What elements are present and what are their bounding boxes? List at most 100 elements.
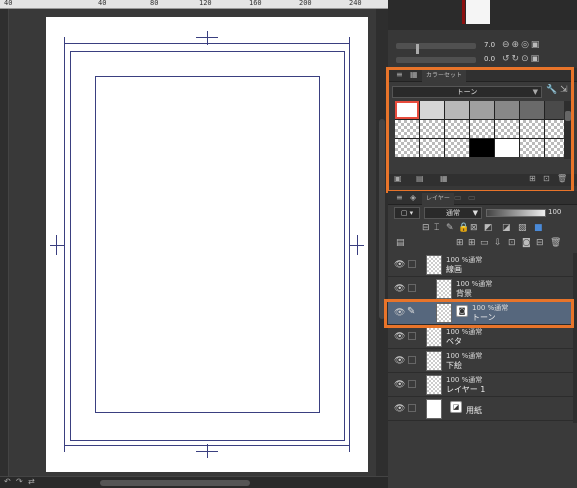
eye-icon[interactable]: 👁	[394, 284, 405, 294]
mask-add-icon[interactable]: ◙	[522, 238, 531, 248]
eye-icon[interactable]: 👁	[394, 308, 405, 318]
vertical-scrollbar[interactable]	[376, 9, 388, 476]
layer-check[interactable]	[408, 356, 416, 364]
brush-opacity-slider[interactable]	[396, 57, 476, 63]
color-swatch[interactable]	[445, 139, 469, 157]
menu-icon[interactable]: ≡	[396, 70, 403, 79]
layer-property-icon[interactable]: ▭	[454, 193, 462, 202]
swatch-scrollbar[interactable]	[564, 101, 572, 159]
color-swatch[interactable]	[420, 120, 444, 138]
layer-row[interactable]: 👁 100 %通常 レイヤー 1	[388, 373, 573, 397]
list-icon[interactable]: ▤	[416, 174, 424, 183]
color-icon[interactable]: ▧	[518, 223, 527, 233]
brush-size-row: 7.0 ⊖⊕◎▣	[392, 40, 573, 54]
layer-row[interactable]: 👁 100 %通常 ベタ	[388, 325, 573, 349]
export-icon[interactable]: ⇲	[560, 85, 568, 95]
color-swatch[interactable]	[395, 120, 419, 138]
color-swatch[interactable]	[495, 120, 519, 138]
eye-icon[interactable]: 👁	[394, 356, 405, 366]
add-color-icon[interactable]: ⊞	[529, 174, 536, 183]
eye-icon[interactable]: 👁	[394, 380, 405, 390]
horizontal-scrollbar[interactable]: ↶ ↷ ⇄	[0, 476, 388, 488]
new-raster-icon[interactable]: ⊞	[456, 238, 464, 248]
grid-icon[interactable]: ▣	[394, 174, 402, 183]
color-set-name: トーン	[456, 88, 478, 96]
layer-check[interactable]	[408, 404, 416, 412]
menu-icon[interactable]: ≡	[396, 193, 403, 202]
scroll-thumb[interactable]	[100, 480, 250, 486]
rotate-right-icon[interactable]: ↷	[16, 478, 24, 486]
layer-row[interactable]: 👁 100 %通常 下絵	[388, 349, 573, 373]
ruler-icon[interactable]: ◪	[502, 223, 511, 233]
layer-list-icon[interactable]: ▤	[396, 238, 405, 248]
lock-alpha-icon[interactable]: ⊠	[470, 223, 478, 233]
color-swatch[interactable]	[470, 120, 494, 138]
layer-check[interactable]	[408, 260, 416, 268]
layer-check[interactable]	[408, 380, 416, 388]
eye-icon[interactable]: 👁	[394, 404, 405, 414]
reference-icon[interactable]: ⌶	[434, 223, 439, 233]
brush-opacity-icons[interactable]: ↺↻⊙▣	[502, 54, 541, 64]
wrench-icon[interactable]: 🔧	[546, 85, 557, 95]
transfer-icon[interactable]: ⇩	[494, 238, 502, 248]
new-vector-icon[interactable]: ⊞	[468, 238, 476, 248]
color-swatch[interactable]	[470, 139, 494, 157]
ruler-label: 200	[299, 0, 312, 7]
navigator-preview[interactable]	[466, 0, 490, 24]
merge-icon[interactable]: ⊡	[508, 238, 516, 248]
slider-knob[interactable]	[416, 44, 419, 54]
color-swatch[interactable]	[395, 101, 419, 119]
color-swatch-grid	[395, 101, 569, 157]
layer-row[interactable]: 👁 100 %通常 背景	[388, 277, 573, 301]
layer-check[interactable]	[408, 284, 416, 292]
color-swatch[interactable]	[520, 120, 544, 138]
trash-icon[interactable]: 🗑	[550, 238, 561, 248]
color-swatch[interactable]	[470, 101, 494, 119]
eye-icon[interactable]: 👁	[394, 260, 405, 270]
scroll-thumb[interactable]	[379, 119, 385, 319]
search-layer-icon[interactable]: ▭	[468, 193, 476, 202]
color-swatch[interactable]	[445, 120, 469, 138]
color-swatch[interactable]	[395, 139, 419, 157]
scroll-thumb[interactable]	[565, 111, 571, 121]
color-swatch[interactable]	[520, 139, 544, 157]
blend-mode-select[interactable]: 通常 ▼	[424, 207, 482, 219]
tile-icon[interactable]: ▦	[440, 174, 448, 183]
eye-icon[interactable]: 👁	[394, 332, 405, 342]
layer-panel: ≡ ◈ レイヤー ▭ ▭ ▢ ▾ 通常 ▼ 100 ⊟ ⌶ ✎ 🔒 ⊠ ◩ ◪ …	[388, 191, 577, 488]
clip-icon[interactable]: ⊟	[422, 223, 430, 233]
manga-page[interactable]	[46, 17, 368, 472]
layer-type-select[interactable]: ▢ ▾	[394, 207, 420, 219]
apply-mask-icon[interactable]: ⊟	[536, 238, 544, 248]
brush-size-slider[interactable]	[396, 43, 476, 54]
layer-opacity-slider[interactable]	[486, 209, 546, 217]
color-set-icon: ▦	[410, 70, 418, 79]
rotate-left-icon[interactable]: ↶	[4, 478, 12, 486]
replace-color-icon[interactable]: ⊡	[543, 174, 550, 183]
color-swatch[interactable]	[420, 139, 444, 157]
lock-icon[interactable]: 🔒	[458, 223, 469, 233]
canvas-area[interactable]: 40 40 80 120 160 200 240 ↶ ↷ ⇄	[0, 0, 388, 488]
trash-icon[interactable]: 🗑	[557, 174, 567, 183]
tab-layers[interactable]: レイヤー	[422, 193, 454, 205]
layer-row[interactable]: 👁 ✎ ◙ 100 %通常 トーン	[388, 301, 573, 325]
tab-color-set[interactable]: カラーセット	[422, 70, 467, 82]
color-set-select[interactable]: トーン ▼	[392, 86, 542, 98]
trim-frame	[70, 51, 345, 441]
layer-row[interactable]: 👁 ◪ 用紙	[388, 397, 573, 421]
color-swatch[interactable]	[420, 101, 444, 119]
new-folder-icon[interactable]: ▭	[480, 238, 489, 248]
color-swatch[interactable]	[445, 101, 469, 119]
flip-icon[interactable]: ⇄	[28, 478, 36, 486]
layer-color-icon[interactable]: ■	[534, 223, 543, 233]
brush-size-icons[interactable]: ⊖⊕◎▣	[502, 40, 541, 50]
bleed-frame	[64, 43, 350, 446]
layer-scrollbar[interactable]	[573, 253, 577, 423]
layer-row[interactable]: 👁 100 %通常 線画	[388, 253, 573, 277]
layer-check[interactable]	[408, 332, 416, 340]
color-swatch[interactable]	[520, 101, 544, 119]
color-swatch[interactable]	[495, 101, 519, 119]
draft-icon[interactable]: ✎	[446, 223, 454, 233]
color-swatch[interactable]	[495, 139, 519, 157]
mask-icon[interactable]: ◩	[484, 223, 493, 233]
